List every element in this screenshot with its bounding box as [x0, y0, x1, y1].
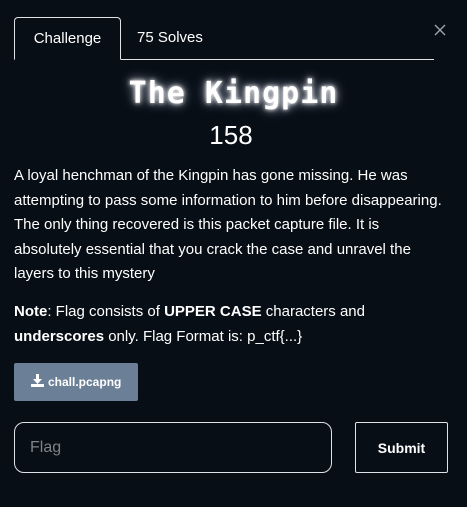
note-underscores: underscores: [14, 327, 105, 345]
note-text-1: : Flag consists of: [47, 303, 165, 320]
challenge-description: A loyal henchman of the Kingpin has gone…: [14, 167, 442, 282]
file-name: chall.pcapng: [48, 375, 122, 389]
flag-input[interactable]: [14, 422, 332, 473]
tab-bar: Challenge 75 Solves: [14, 17, 434, 60]
note-uppercase: UPPER CASE: [164, 303, 262, 320]
close-button[interactable]: [432, 22, 448, 38]
submit-button[interactable]: Submit: [355, 422, 448, 473]
file-download-button[interactable]: chall.pcapng: [14, 363, 138, 401]
challenge-note: Note: Flag consists of UPPER CASE charac…: [14, 300, 444, 349]
download-icon: [31, 374, 44, 388]
note-label: Note: [14, 303, 48, 320]
close-icon: [434, 24, 446, 36]
note-text-2: characters and: [261, 303, 365, 320]
note-text-3: only. Flag Format is: p_ctf{...}: [104, 327, 303, 345]
tab-challenge[interactable]: Challenge: [14, 17, 121, 60]
challenge-title: The Kingpin: [128, 76, 339, 111]
challenge-modal: Challenge 75 Solves The Kingpin 158 A lo…: [0, 0, 467, 507]
challenge-points: 158: [209, 120, 253, 150]
tab-solves[interactable]: 75 Solves: [137, 17, 203, 59]
